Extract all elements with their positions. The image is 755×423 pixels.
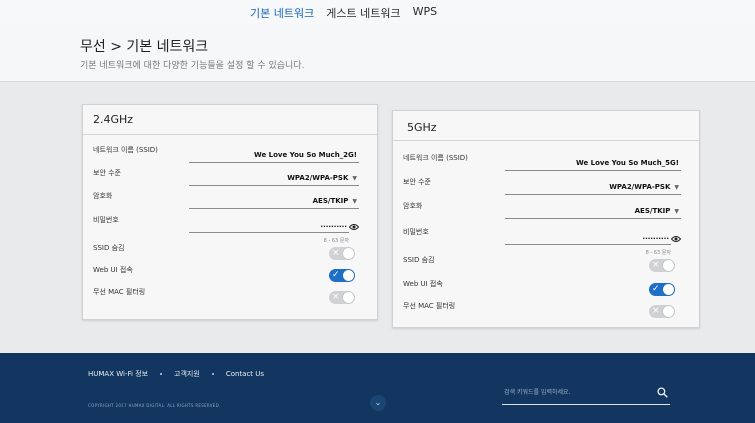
ssid-input[interactable]: We Love You So Much_5G! [505,159,681,171]
password-value: .......... [320,221,347,229]
panel-2-4ghz: 2.4GHz 네트워크 이름 (SSID) We Love You So Muc… [82,104,378,320]
security-row: 보안 수준 WPA2/WPA-PSK ▼ [93,168,359,188]
toggle-knob [343,248,354,259]
x-icon: × [332,292,340,302]
ssid-input[interactable]: We Love You So Much_2G! [189,151,359,163]
ssid-hide-label: SSID 숨김 [93,244,125,252]
security-value: WPA2/WPA-PSK [609,183,671,191]
encryption-label: 암호화 [403,202,423,210]
search-input[interactable] [504,385,644,399]
security-label: 보안 수준 [403,178,431,186]
encryption-label: 암호화 [93,192,113,200]
footer-link-about[interactable]: HUMAX Wi-Fi 정보 [88,369,148,379]
password-input[interactable]: .......... [189,221,359,233]
security-value: WPA2/WPA-PSK [287,174,349,182]
ssid-hide-row: SSID 숨김 × [93,243,359,263]
ssid-hide-row: SSID 숨김 × [403,255,681,275]
ssid-value: We Love You So Much_2G! [253,151,357,159]
password-label: 비밀번호 [93,216,119,224]
webui-label: Web UI 접속 [93,266,133,274]
password-row: 비밀번호 .......... 8 - 63 문자 [403,227,681,256]
encryption-value: AES/TKIP [312,197,349,205]
toggle-knob [343,270,354,281]
x-icon: × [652,306,660,316]
ssid-label: 네트워크 이름 (SSID) [93,146,158,154]
password-input[interactable]: .......... [505,233,681,245]
copyright-text: COPYRIGHT 2017 HUMAX DIGITAL. ALL RIGHTS… [88,403,221,408]
password-value: .......... [642,233,669,241]
encryption-value: AES/TKIP [634,207,671,215]
toggle-knob [663,306,674,317]
eye-icon[interactable] [671,235,681,243]
dropdown-caret-icon: ▼ [352,198,357,205]
webui-row: Web UI 접속 ✓ [93,265,359,285]
eye-icon[interactable] [349,223,359,231]
ssid-label: 네트워크 이름 (SSID) [403,154,468,162]
tab-basic-network[interactable]: 기본 네트워크 [250,5,315,28]
panel-title: 5GHz [393,111,699,141]
page-title: 무선 > 기본 네트워크 [80,39,209,55]
encryption-row: 암호화 AES/TKIP ▼ [403,201,681,221]
page-header: 무선 > 기본 네트워크 기본 네트워크에 대한 다양한 기능들을 설정 할 수… [0,26,755,82]
ssid-hide-toggle[interactable]: × [329,247,355,260]
x-icon: × [332,248,340,258]
webui-toggle[interactable]: ✓ [329,269,355,282]
tab-wps[interactable]: WPS [413,5,438,28]
encryption-select[interactable]: AES/TKIP ▼ [189,197,359,209]
dropdown-caret-icon: ▼ [674,184,679,191]
ssid-value: We Love You So Much_5G! [575,159,679,167]
footer-separator [211,373,214,375]
panel-title: 2.4GHz [83,105,377,135]
password-row: 비밀번호 .......... 8 - 63 문자 [93,215,359,244]
x-icon: × [652,260,660,270]
tab-bar: 기본 네트워크 게스트 네트워크 WPS [250,5,437,28]
page-subtitle: 기본 네트워크에 대한 다양한 기능들을 설정 할 수 있습니다. [80,61,305,71]
footer-link-contact[interactable]: Contact Us [226,370,264,378]
encryption-select[interactable]: AES/TKIP ▼ [505,207,681,219]
security-label: 보안 수준 [93,169,121,177]
dropdown-caret-icon: ▼ [352,175,357,182]
webui-toggle[interactable]: ✓ [649,283,675,296]
mac-filter-label: 무선 MAC 필터링 [403,302,456,310]
mac-filter-toggle[interactable]: × [329,291,355,304]
mac-filter-toggle[interactable]: × [649,305,675,318]
security-select[interactable]: WPA2/WPA-PSK ▼ [505,183,681,195]
tab-guest-network[interactable]: 게스트 네트워크 [326,5,400,28]
encryption-row: 암호화 AES/TKIP ▼ [93,191,359,211]
footer-links: HUMAX Wi-Fi 정보 고객지원 Contact Us [88,369,276,379]
mac-filter-row: 무선 MAC 필터링 × [93,287,359,307]
ssid-row: 네트워크 이름 (SSID) We Love You So Much_5G! [403,153,681,173]
mac-filter-row: 무선 MAC 필터링 × [403,301,681,321]
security-row: 보안 수준 WPA2/WPA-PSK ▼ [403,177,681,197]
footer-link-support[interactable]: 고객지원 [174,369,200,379]
chevron-down-icon[interactable]: ⌄ [370,395,386,411]
password-label: 비밀번호 [403,228,429,236]
check-icon: ✓ [332,270,340,280]
webui-row: Web UI 접속 ✓ [403,279,681,299]
toggle-knob [663,284,674,295]
toggle-knob [663,260,674,271]
check-icon: ✓ [652,284,660,294]
footer-separator [160,373,163,375]
toggle-knob [343,292,354,303]
search-icon[interactable] [657,387,668,398]
footer: HUMAX Wi-Fi 정보 고객지원 Contact Us COPYRIGHT… [0,353,755,423]
dropdown-caret-icon: ▼ [674,208,679,215]
search-box [502,383,670,405]
ssid-hide-label: SSID 숨김 [403,256,435,264]
webui-label: Web UI 접속 [403,280,443,288]
ssid-row: 네트워크 이름 (SSID) We Love You So Much_2G! [93,145,359,165]
ssid-hide-toggle[interactable]: × [649,259,675,272]
security-select[interactable]: WPA2/WPA-PSK ▼ [189,174,359,186]
mac-filter-label: 무선 MAC 필터링 [93,288,146,296]
panel-5ghz: 5GHz 네트워크 이름 (SSID) We Love You So Much_… [392,110,700,328]
